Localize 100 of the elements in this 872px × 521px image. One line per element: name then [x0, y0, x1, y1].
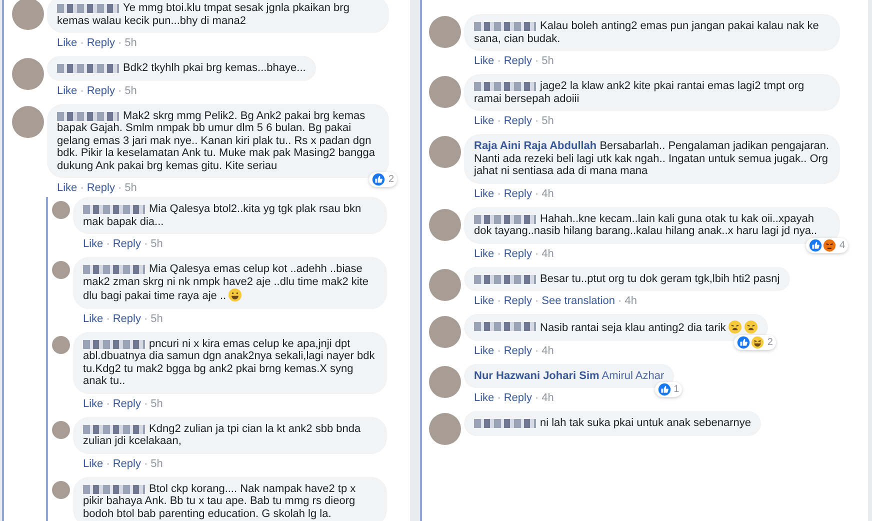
avatar[interactable] — [429, 208, 461, 240]
action-link[interactable]: Like — [83, 312, 104, 324]
avatar[interactable] — [52, 420, 70, 438]
separator-dot: · — [497, 188, 501, 200]
comment-time: 4h — [542, 188, 554, 200]
separator-dot: · — [534, 248, 539, 260]
separator-dot: · — [118, 84, 122, 96]
separator-dot: · — [106, 458, 110, 470]
comment-time: 5h — [150, 458, 163, 470]
action-link[interactable]: Like — [57, 37, 78, 49]
action-link[interactable]: See translation — [542, 295, 616, 307]
action-link[interactable]: Reply — [86, 84, 115, 96]
separator-dot: · — [497, 392, 501, 404]
separator-dot: · — [618, 295, 622, 307]
action-link[interactable]: Like — [83, 238, 104, 250]
separator-dot: · — [144, 458, 148, 470]
action-link[interactable]: Like — [474, 188, 494, 200]
action-link[interactable]: Like — [474, 55, 494, 67]
separator-dot: · — [534, 115, 539, 127]
separator-dot: · — [106, 312, 110, 324]
comment-time: 5h — [150, 238, 163, 250]
avatar[interactable] — [52, 480, 70, 498]
separator-dot: · — [497, 55, 501, 67]
avatar[interactable] — [429, 316, 461, 348]
separator-dot: · — [534, 344, 539, 356]
avatar[interactable] — [52, 336, 70, 354]
action-link[interactable]: Reply — [504, 344, 532, 356]
separator-dot: · — [534, 188, 539, 200]
avatar[interactable] — [429, 268, 461, 300]
comment-text: Raja Aini Raja Abdullah Bersabarlah.. Pengalaman jadikan pengajaran. Nanti ada rezeki beli lagi utk kak ngah.. Ingatan untuk semua jugak.. Org jahat ni sentiasa ada di mana mana — [474, 140, 830, 178]
comment-text: Nasib rantai seja klau anting2 dia tarik — [474, 320, 758, 334]
action-link[interactable]: Reply — [504, 55, 532, 67]
separator-dot: · — [497, 115, 501, 127]
action-link[interactable]: Reply — [504, 248, 532, 260]
separator-dot: · — [144, 398, 148, 410]
action-link[interactable]: Like — [83, 458, 104, 470]
avatar[interactable] — [429, 136, 461, 168]
mention-link[interactable]: Amirul Azhar — [602, 370, 664, 382]
action-link[interactable]: Reply — [112, 312, 141, 324]
action-link[interactable]: Like — [57, 182, 78, 194]
comment-time: 5h — [124, 84, 137, 96]
comment-text: Besar tu..ptut org tu dok geram tgk,lbih hti2 pasnj — [474, 272, 780, 285]
comment-time: 5h — [150, 312, 163, 324]
action-link[interactable]: Like — [474, 392, 494, 404]
action-link[interactable]: Reply — [86, 37, 115, 49]
separator-dot: · — [118, 182, 122, 194]
avatar[interactable] — [429, 413, 461, 445]
action-link[interactable]: Reply — [504, 188, 532, 200]
avatar[interactable] — [52, 261, 70, 279]
separator-dot: · — [497, 295, 501, 307]
action-link[interactable]: Like — [474, 248, 494, 260]
comment-time: 5h — [542, 55, 554, 67]
avatar[interactable] — [429, 76, 461, 108]
comment-time: 4h — [542, 344, 554, 356]
comment-time: 5h — [124, 37, 137, 49]
comment-time: 4h — [542, 392, 554, 404]
separator-dot: · — [534, 392, 539, 404]
action-link[interactable]: Like — [83, 398, 104, 410]
comment-time: 5h — [124, 182, 137, 194]
comment-text: ni lah tak suka pkai untuk anak sebenarnye — [474, 417, 751, 430]
separator-dot: · — [106, 398, 110, 410]
comment-text: pncuri ni x kira emas celup ke apa,jnji dpt abl.dbuatnya dia samun dgn anak2nya sekali,lagi nayer bdk tu.Kdg2 tu mak2 bgga bg ank2 pkai brng kemas.X syng anak tu.. — [83, 338, 377, 388]
avatar[interactable] — [52, 201, 70, 219]
action-link[interactable]: Like — [474, 295, 494, 307]
action-link[interactable]: Reply — [504, 295, 532, 307]
separator-dot: · — [144, 238, 148, 250]
separator-dot: · — [106, 238, 110, 250]
separator-dot: · — [534, 55, 539, 67]
action-link[interactable]: Reply — [112, 238, 141, 250]
action-link[interactable]: Reply — [86, 182, 115, 194]
comment-text: Bdk2 tkyhlh pkai brg kemas...bhaye... — [57, 62, 306, 74]
separator-dot: · — [80, 37, 84, 49]
action-link[interactable]: Reply — [112, 458, 141, 470]
comment-time: 5h — [542, 115, 554, 127]
author-name[interactable]: Nur Hazwani Johari Sim — [474, 370, 600, 382]
comment-time: 4h — [542, 248, 554, 260]
action-link[interactable]: Reply — [504, 115, 532, 127]
separator-dot: · — [497, 344, 501, 356]
separator-dot: · — [497, 248, 501, 260]
avatar[interactable] — [429, 366, 461, 398]
separator-dot: · — [534, 295, 539, 307]
action-link[interactable]: Reply — [504, 392, 532, 404]
weary-face-icon — [744, 320, 758, 334]
action-link[interactable]: Like — [57, 84, 78, 96]
grinning-face-icon — [228, 288, 242, 302]
comment-time: 4h — [624, 295, 637, 307]
avatar[interactable] — [12, 106, 44, 138]
separator-dot: · — [80, 84, 84, 96]
separator-dot: · — [80, 182, 84, 194]
action-link[interactable]: Like — [474, 344, 494, 356]
comment-time: 5h — [150, 398, 163, 410]
action-link[interactable]: Reply — [112, 398, 141, 410]
action-link[interactable]: Like — [474, 115, 494, 127]
weary-face-icon — [728, 320, 742, 334]
avatar[interactable] — [12, 0, 44, 30]
separator-dot: · — [144, 312, 148, 324]
separator-dot: · — [118, 37, 122, 49]
author-name[interactable]: Raja Aini Raja Abdullah — [474, 140, 597, 152]
avatar[interactable] — [429, 16, 461, 48]
avatar[interactable] — [12, 58, 44, 90]
